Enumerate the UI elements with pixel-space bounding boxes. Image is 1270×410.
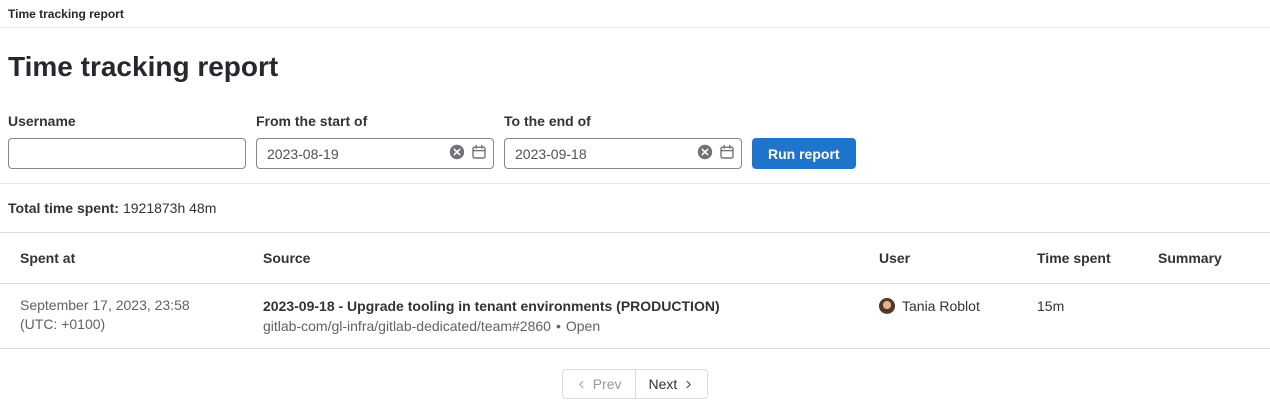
source-state: Open bbox=[566, 318, 600, 334]
user-avatar[interactable] bbox=[879, 298, 895, 314]
username-label: Username bbox=[8, 113, 246, 129]
clear-circle-x-icon bbox=[449, 144, 465, 163]
from-date-calendar-button[interactable] bbox=[471, 146, 487, 162]
column-header-spent-at: Spent at bbox=[0, 233, 251, 284]
report-filters: Username From the start of bbox=[8, 113, 1262, 169]
to-date-field-group: To the end of bbox=[504, 113, 742, 169]
page-title: Time tracking report bbox=[8, 50, 1262, 84]
clear-circle-x-icon bbox=[697, 144, 713, 163]
separator-dot: • bbox=[556, 318, 561, 334]
prev-page-label: Prev bbox=[593, 376, 622, 392]
chevron-right-icon bbox=[683, 379, 694, 390]
total-time-spent: Total time spent:1921873h 48m bbox=[0, 184, 1270, 232]
time-tracking-table: Spent at Source User Time spent Summary … bbox=[0, 232, 1270, 349]
calendar-icon bbox=[719, 144, 735, 163]
from-date-label: From the start of bbox=[256, 113, 494, 129]
source-path: gitlab-com/gl-infra/gitlab-dedicated/tea… bbox=[263, 318, 551, 334]
source-reference: gitlab-com/gl-infra/gitlab-dedicated/tea… bbox=[263, 316, 855, 336]
prev-page-button[interactable]: Prev bbox=[562, 369, 636, 399]
total-time-spent-value: 1921873h 48m bbox=[123, 200, 216, 216]
time-spent-value: 15m bbox=[1025, 284, 1146, 349]
from-date-field-group: From the start of bbox=[256, 113, 494, 169]
spent-at-utc-offset: (UTC: +0100) bbox=[20, 315, 239, 334]
breadcrumb: Time tracking report bbox=[0, 0, 1270, 28]
user-name-link[interactable]: Tania Roblot bbox=[902, 296, 980, 316]
to-date-label: To the end of bbox=[504, 113, 742, 129]
source-issue-link[interactable]: 2023-09-18 - Upgrade tooling in tenant e… bbox=[263, 296, 855, 316]
table-row: September 17, 2023, 23:58 (UTC: +0100) 2… bbox=[0, 284, 1270, 349]
run-report-button[interactable]: Run report bbox=[752, 138, 856, 169]
total-time-spent-label: Total time spent: bbox=[8, 200, 119, 216]
to-date-calendar-button[interactable] bbox=[719, 146, 735, 162]
next-page-button[interactable]: Next bbox=[635, 369, 709, 399]
column-header-summary: Summary bbox=[1146, 233, 1270, 284]
column-header-source: Source bbox=[251, 233, 867, 284]
next-page-label: Next bbox=[649, 376, 678, 392]
table-header-row: Spent at Source User Time spent Summary bbox=[0, 233, 1270, 284]
pagination: Prev Next bbox=[0, 369, 1270, 399]
username-field-group: Username bbox=[8, 113, 246, 169]
to-date-clear-button[interactable] bbox=[697, 146, 713, 162]
username-input[interactable] bbox=[8, 138, 246, 169]
calendar-icon bbox=[471, 144, 487, 163]
spent-at-datetime: September 17, 2023, 23:58 bbox=[20, 296, 239, 315]
from-date-clear-button[interactable] bbox=[449, 146, 465, 162]
chevron-left-icon bbox=[576, 379, 587, 390]
column-header-time-spent: Time spent bbox=[1025, 233, 1146, 284]
breadcrumb-current: Time tracking report bbox=[8, 7, 124, 21]
summary-value bbox=[1146, 284, 1270, 349]
column-header-user: User bbox=[867, 233, 1025, 284]
